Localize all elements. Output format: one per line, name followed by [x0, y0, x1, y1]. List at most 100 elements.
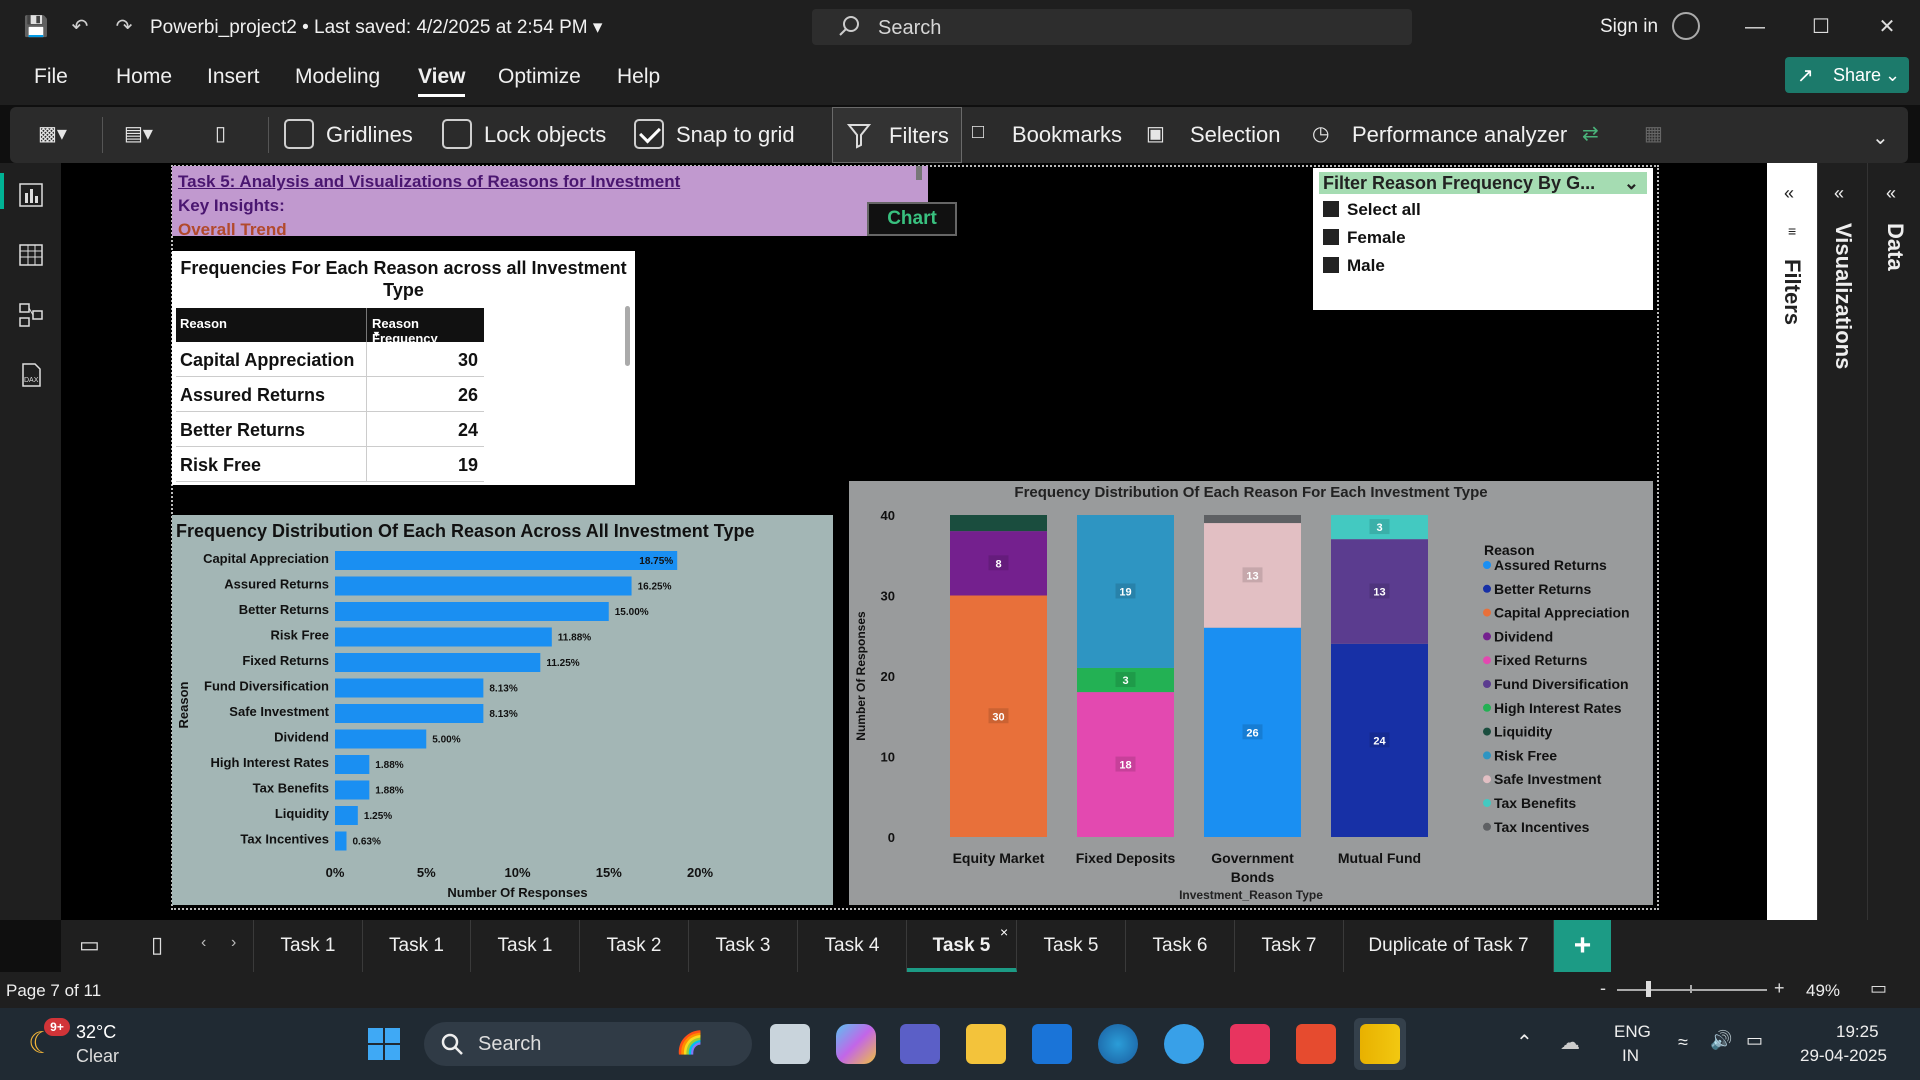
table-row[interactable]: Capital Appreciation 30: [176, 342, 484, 377]
slicer-option-male[interactable]: Male: [1323, 256, 1385, 276]
share-button[interactable]: ↗ Share ⌄: [1785, 57, 1909, 93]
page-tab[interactable]: Task 3: [689, 920, 798, 972]
slicer-header[interactable]: Filter Reason Frequency By G... ⌄: [1319, 172, 1647, 194]
page-tab[interactable]: Task 2: [580, 920, 689, 972]
page-view-icon[interactable]: ▤▾: [124, 121, 153, 146]
windows-start-icon[interactable]: [366, 1026, 402, 1062]
menu-file[interactable]: File: [34, 65, 68, 89]
frequency-table[interactable]: Frequencies For Each Reason across all I…: [172, 251, 635, 485]
previous-page-icon[interactable]: ‹: [201, 934, 206, 952]
menu-insert[interactable]: Insert: [207, 65, 260, 89]
undo-icon[interactable]: ↶: [66, 13, 94, 41]
table-view-icon[interactable]: [17, 241, 45, 269]
chevron-up-icon[interactable]: ⌃: [1516, 1030, 1533, 1055]
onedrive-icon[interactable]: ☁: [1560, 1030, 1580, 1055]
taskbar-search[interactable]: Search 🌈: [424, 1022, 752, 1066]
data-pane-label[interactable]: Data: [1882, 223, 1908, 271]
visualizations-pane-label[interactable]: Visualizations: [1830, 223, 1856, 369]
wifi-icon[interactable]: ≈: [1678, 1032, 1688, 1053]
bar-chart-visual[interactable]: Frequency Distribution Of Each Reason Ac…: [172, 515, 833, 905]
model-view-icon[interactable]: [17, 301, 45, 329]
slicer-option-female[interactable]: Female: [1323, 228, 1406, 248]
page-tab[interactable]: Task 1: [471, 920, 580, 972]
textbox-scrollbar[interactable]: [916, 166, 922, 180]
zoom-level[interactable]: 49%: [1806, 981, 1840, 1001]
zoom-out-icon[interactable]: -: [1600, 978, 1606, 999]
sign-in-link[interactable]: Sign in: [1600, 16, 1658, 38]
chevron-left-icon[interactable]: «: [1834, 183, 1844, 204]
calendar-app-icon[interactable]: [1230, 1024, 1270, 1064]
edge-icon[interactable]: [1098, 1024, 1138, 1064]
copilot-icon[interactable]: [836, 1024, 876, 1064]
menu-help[interactable]: Help: [617, 65, 660, 89]
ribbon-expand-icon[interactable]: ⌄: [1872, 125, 1889, 150]
gender-slicer[interactable]: Filter Reason Frequency By G... ⌄ Select …: [1313, 168, 1653, 310]
header-reason[interactable]: Reason: [180, 316, 227, 331]
zoom-in-icon[interactable]: +: [1774, 978, 1785, 999]
stacked-chart-visual[interactable]: Frequency Distribution Of Each Reason Fo…: [849, 481, 1653, 905]
filters-pane-label[interactable]: Filters: [1779, 259, 1805, 325]
page-tab[interactable]: Task 1: [363, 920, 471, 972]
mobile-layout-icon[interactable]: ▯: [151, 932, 163, 958]
page-tab[interactable]: Duplicate of Task 7: [1344, 920, 1554, 972]
menu-optimize[interactable]: Optimize: [498, 65, 581, 89]
table-row[interactable]: Assured Returns 26: [176, 377, 484, 412]
performance-analyzer-button[interactable]: Performance analyzer: [1352, 122, 1567, 148]
chevron-left-icon[interactable]: «: [1886, 183, 1896, 204]
clock-date[interactable]: 29-04-2025: [1800, 1046, 1887, 1066]
menu-modeling[interactable]: Modeling: [295, 65, 380, 89]
fit-to-page-icon[interactable]: ▭: [1870, 978, 1887, 999]
performance-icon[interactable]: ◷: [1312, 121, 1329, 146]
avatar[interactable]: [1672, 12, 1700, 40]
theme-gallery-icon[interactable]: ▩▾: [38, 121, 67, 146]
snap-to-grid-checkbox[interactable]: [634, 119, 664, 149]
task-textbox[interactable]: Task 5: Analysis and Visualizations of R…: [172, 166, 928, 236]
file-explorer-icon[interactable]: [966, 1024, 1006, 1064]
table-row[interactable]: Risk Free 19: [176, 447, 484, 482]
teams-icon[interactable]: [900, 1024, 940, 1064]
page-tab[interactable]: Task 1: [253, 920, 363, 972]
next-page-icon[interactable]: ›: [231, 934, 236, 952]
table-row[interactable]: Better Returns 24: [176, 412, 484, 447]
filters-button[interactable]: Filters: [832, 107, 962, 163]
chevron-left-icon[interactable]: «: [1784, 183, 1794, 204]
slicer-option-select-all[interactable]: Select all: [1323, 200, 1421, 220]
document-title[interactable]: Powerbi_project2 • Last saved: 4/2/2025 …: [150, 16, 602, 39]
page-tab[interactable]: Task 6: [1126, 920, 1235, 972]
myhp-icon[interactable]: [1032, 1024, 1072, 1064]
gridlines-checkbox[interactable]: [284, 119, 314, 149]
page-tab[interactable]: Task 4: [798, 920, 907, 972]
close-icon[interactable]: ✕: [1872, 12, 1902, 42]
page-tab[interactable]: Task 7: [1235, 920, 1344, 972]
bookmarks-button[interactable]: Bookmarks: [1012, 122, 1122, 148]
search-box[interactable]: Search: [812, 9, 1412, 45]
dax-query-view-icon[interactable]: DAX: [17, 361, 45, 389]
lock-objects-checkbox[interactable]: [442, 119, 472, 149]
save-icon[interactable]: 💾: [22, 13, 50, 41]
maximize-icon[interactable]: ☐: [1806, 12, 1836, 42]
selection-icon[interactable]: ▣: [1146, 121, 1165, 146]
minimize-icon[interactable]: —: [1740, 12, 1770, 42]
data-pane[interactable]: « Data: [1867, 163, 1920, 920]
clock-time[interactable]: 19:25: [1836, 1022, 1879, 1042]
menu-view[interactable]: View: [418, 65, 466, 97]
power-bi-icon[interactable]: [1360, 1024, 1400, 1064]
chart-button[interactable]: Chart: [867, 202, 957, 236]
bookmark-icon[interactable]: □: [972, 121, 984, 144]
add-page-button[interactable]: +: [1554, 920, 1611, 972]
wps-office-icon[interactable]: [1296, 1024, 1336, 1064]
volume-icon[interactable]: 🔊: [1710, 1030, 1732, 1051]
zoom-slider-thumb[interactable]: [1646, 981, 1651, 997]
table-scrollbar[interactable]: [625, 306, 630, 366]
battery-icon[interactable]: ▭: [1746, 1030, 1763, 1051]
close-tab-icon[interactable]: ×: [1000, 924, 1008, 940]
sync-slicers-icon[interactable]: ⇄: [1582, 121, 1599, 146]
zoom-slider[interactable]: [1617, 989, 1767, 991]
mobile-layout-icon[interactable]: ▯: [215, 121, 226, 146]
report-view-icon[interactable]: [17, 181, 45, 209]
desktop-layout-icon[interactable]: ▭: [79, 932, 100, 958]
menu-home[interactable]: Home: [116, 65, 172, 89]
visualizations-pane[interactable]: « Visualizations: [1817, 163, 1867, 920]
filters-pane[interactable]: « ≡ Filters: [1767, 163, 1817, 920]
language-primary[interactable]: ENG: [1614, 1022, 1651, 1042]
